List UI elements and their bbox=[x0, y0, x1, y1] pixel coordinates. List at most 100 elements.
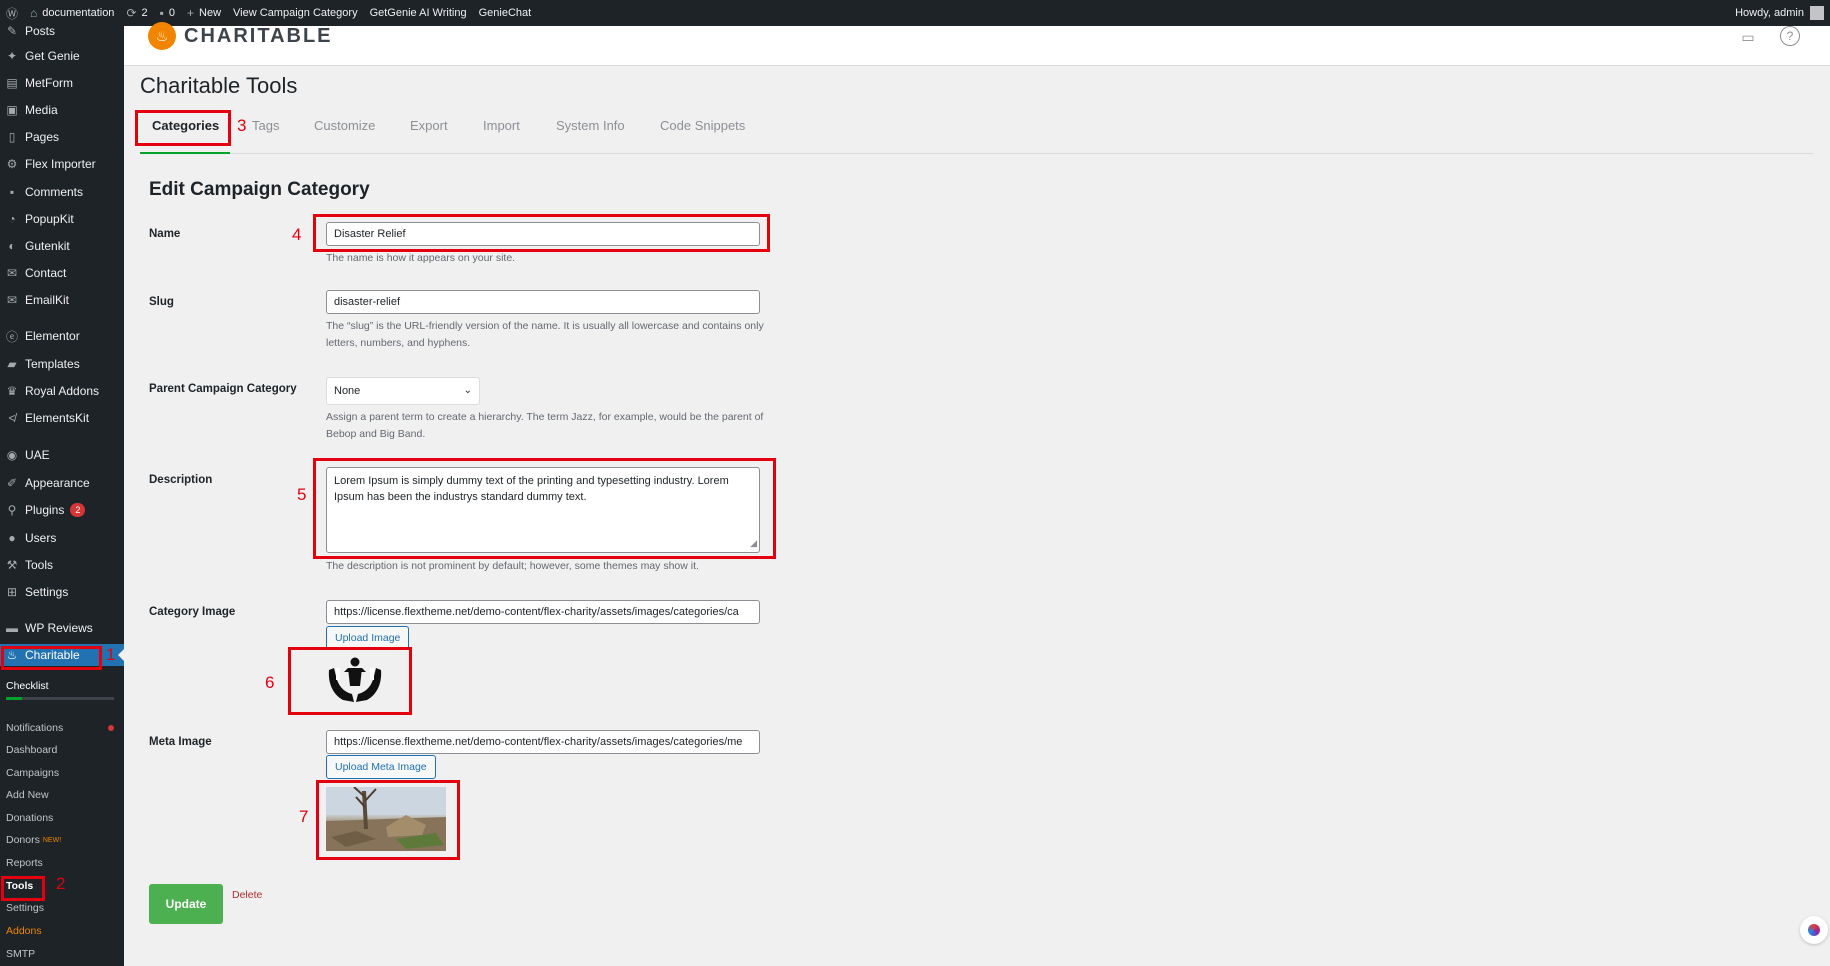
tab-customize[interactable]: Customize bbox=[314, 118, 375, 133]
submenu-settings[interactable]: Settings bbox=[0, 898, 124, 918]
submenu-dashboard[interactable]: Dashboard bbox=[0, 740, 124, 760]
slug-label: Slug bbox=[149, 296, 174, 308]
charitable-logo-icon: ♨ bbox=[148, 22, 176, 50]
sidebar-item-gutenkit[interactable]: ◐ Gutenkit bbox=[0, 235, 124, 257]
submenu-addons[interactable]: Addons bbox=[0, 921, 124, 941]
annotation-number-6: 6 bbox=[265, 673, 275, 692]
sidebar-item-uae[interactable]: ◉ UAE bbox=[0, 444, 124, 466]
submenu-smtp[interactable]: SMTP bbox=[0, 944, 124, 964]
genie-icon: ✦ bbox=[6, 49, 18, 63]
email-icon: ✉ bbox=[6, 293, 18, 307]
tab-tags[interactable]: Tags bbox=[252, 118, 279, 133]
sidebar-item-tools[interactable]: ⚒ Tools bbox=[0, 554, 124, 576]
sidebar-item-contact[interactable]: ✉ Contact bbox=[0, 262, 124, 284]
tab-system-info[interactable]: System Info bbox=[556, 118, 625, 133]
sidebar-item-users[interactable]: ● Users bbox=[0, 527, 124, 549]
popup-icon: ◔ bbox=[8, 212, 16, 226]
help-icon[interactable]: ? bbox=[1780, 26, 1800, 46]
new-tag: NEW! bbox=[42, 836, 62, 844]
submenu-checklist[interactable]: Checklist bbox=[0, 676, 124, 696]
upload-meta-image-button[interactable]: Upload Meta Image bbox=[326, 755, 436, 779]
sidebar-item-pages[interactable]: ▯ Pages bbox=[0, 126, 124, 148]
annotation-number-3: 3 bbox=[237, 116, 247, 135]
submenu-donors[interactable]: Donors NEW! bbox=[0, 830, 124, 850]
import-icon: ⚙ bbox=[6, 157, 18, 171]
sidebar-item-wp-reviews[interactable]: ▬ WP Reviews bbox=[0, 617, 124, 639]
charitable-logo: ♨ CHARITABLE bbox=[148, 22, 333, 50]
annotation-box-2 bbox=[1, 876, 45, 901]
form-icon: ▤ bbox=[6, 76, 18, 90]
sidebar-item-templates[interactable]: ▰ Templates bbox=[0, 353, 124, 375]
page-icon: ▯ bbox=[8, 130, 16, 144]
sidebar-item-royal-addons[interactable]: ♛ Royal Addons bbox=[0, 380, 124, 402]
submenu-reports[interactable]: Reports bbox=[0, 853, 124, 873]
annotation-number-2: 2 bbox=[56, 874, 66, 893]
folder-icon: ▰ bbox=[7, 357, 17, 371]
submenu-notifications[interactable]: Notifications bbox=[0, 718, 124, 738]
sidebar-item-metform[interactable]: ▤ MetForm bbox=[0, 72, 124, 94]
uae-icon: ◉ bbox=[6, 448, 18, 462]
sidebar-item-emailkit[interactable]: ✉ EmailKit bbox=[0, 289, 124, 311]
sidebar-item-flex-importer[interactable]: ⚙ Flex Importer bbox=[0, 153, 124, 175]
tools-tabs: Categories Tags Customize Export Import … bbox=[140, 108, 1814, 154]
sidebar-item-posts[interactable]: ✎ Posts bbox=[0, 26, 124, 42]
submenu-add-new[interactable]: Add New bbox=[0, 785, 124, 805]
tab-export[interactable]: Export bbox=[410, 118, 448, 133]
my-account[interactable]: Howdy, admin bbox=[1735, 6, 1830, 20]
chat-widget-button[interactable] bbox=[1800, 916, 1828, 944]
submenu-campaigns[interactable]: Campaigns bbox=[0, 763, 124, 783]
sidebar-item-comments[interactable]: ▪ Comments bbox=[0, 181, 124, 203]
annotation-box-1 bbox=[1, 646, 102, 670]
avatar bbox=[1810, 6, 1824, 20]
site-name-link[interactable]: ⌂ documentation bbox=[24, 0, 120, 26]
inbox-icon[interactable]: ▭ bbox=[1737, 26, 1759, 48]
slug-input[interactable]: disaster-relief bbox=[326, 290, 760, 314]
meta-image-url-input[interactable]: https://license.flextheme.net/demo-conte… bbox=[326, 730, 760, 754]
delete-link[interactable]: Delete bbox=[232, 889, 262, 901]
checklist-progress bbox=[6, 697, 114, 700]
annotation-number-1: 1 bbox=[106, 645, 116, 664]
sidebar-item-elementor[interactable]: ⓔ Elementor bbox=[0, 325, 124, 347]
tab-import[interactable]: Import bbox=[483, 118, 520, 133]
user-icon: ● bbox=[8, 531, 16, 545]
wordpress-logo[interactable]: Ⓦ bbox=[0, 0, 24, 26]
category-image-url-input[interactable]: https://license.flextheme.net/demo-conte… bbox=[326, 600, 760, 624]
name-help: The name is how it appears on your site. bbox=[326, 252, 516, 264]
sidebar-item-elementskit[interactable]: ≮ ElementsKit bbox=[0, 407, 124, 429]
sidebar-item-plugins[interactable]: ⚲ Plugins 2 bbox=[0, 499, 124, 521]
sidebar-item-media[interactable]: ▣ Media bbox=[0, 99, 124, 121]
parent-category-select[interactable]: None ⌄ bbox=[326, 377, 480, 405]
getgenie-link[interactable]: GetGenie AI Writing bbox=[364, 0, 473, 26]
elementor-icon: ⓔ bbox=[5, 329, 18, 344]
annotation-box-6 bbox=[288, 647, 412, 715]
parent-category-label: Parent Campaign Category bbox=[149, 383, 297, 395]
plugins-update-badge: 2 bbox=[70, 503, 86, 517]
category-image-label: Category Image bbox=[149, 606, 236, 618]
name-label: Name bbox=[149, 228, 181, 240]
active-tab-indicator bbox=[140, 152, 230, 154]
description-help: The description is not prominent by defa… bbox=[326, 560, 699, 572]
comment-icon: ▪ bbox=[159, 6, 164, 20]
brush-icon: ✐ bbox=[6, 476, 18, 490]
sidebar-item-appearance[interactable]: ✐ Appearance bbox=[0, 472, 124, 494]
mail-icon: ✉ bbox=[6, 266, 18, 280]
plug-icon: ⚲ bbox=[7, 503, 17, 517]
annotation-number-5: 5 bbox=[297, 485, 307, 504]
wordpress-icon: Ⓦ bbox=[6, 6, 19, 21]
update-button[interactable]: Update bbox=[149, 884, 223, 924]
sidebar-item-popupkit[interactable]: ◔ PopupKit bbox=[0, 208, 124, 230]
page-title: Charitable Tools bbox=[140, 73, 298, 98]
sidebar-item-get-genie[interactable]: ✦ Get Genie bbox=[0, 45, 124, 67]
sidebar-item-settings[interactable]: ⊞ Settings bbox=[0, 581, 124, 603]
annotation-box-5 bbox=[313, 458, 776, 559]
media-icon: ▣ bbox=[6, 103, 18, 117]
annotation-box-7 bbox=[316, 780, 460, 860]
meta-image-label: Meta Image bbox=[149, 736, 212, 748]
geniechat-link[interactable]: GenieChat bbox=[473, 0, 538, 26]
submenu-donations[interactable]: Donations bbox=[0, 808, 124, 828]
annotation-number-4: 4 bbox=[292, 225, 302, 244]
annotation-box-3 bbox=[135, 110, 231, 146]
tab-code-snippets[interactable]: Code Snippets bbox=[660, 118, 745, 133]
checklist-progress-fill bbox=[6, 697, 23, 700]
plus-icon: + bbox=[187, 6, 195, 20]
